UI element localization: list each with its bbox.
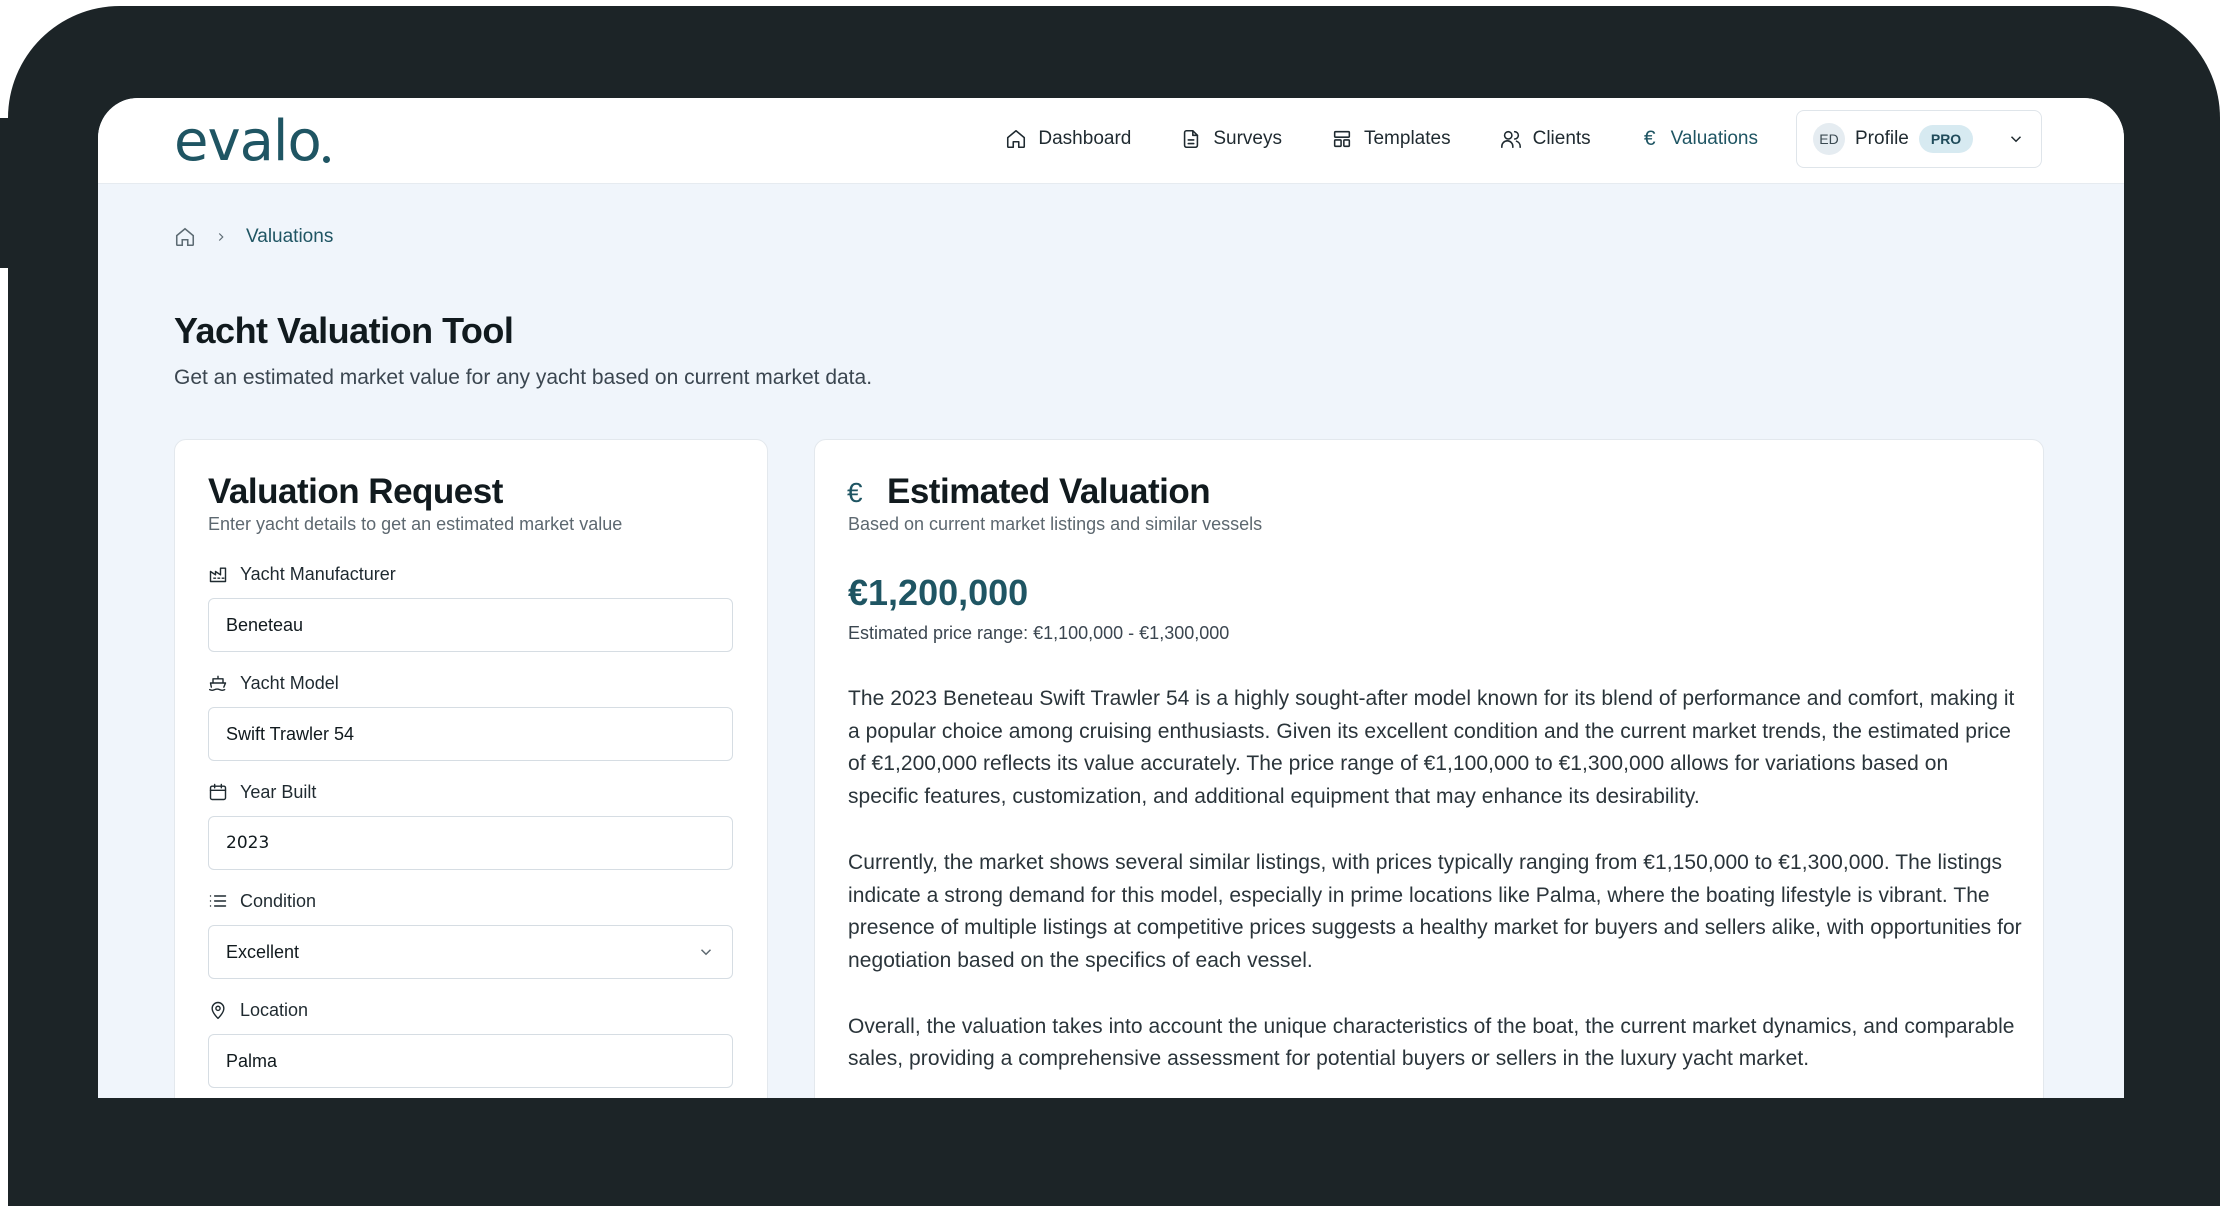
model-input[interactable]: Swift Trawler 54 [208, 707, 733, 761]
manufacturer-field: Yacht Manufacturer Beneteau [208, 562, 733, 652]
condition-label-row: Condition [208, 889, 733, 913]
nav-valuations[interactable]: € Valuations [1640, 127, 1758, 151]
year-label: Year Built [240, 781, 317, 802]
chevron-down-icon [700, 949, 712, 956]
device-side-edge [0, 118, 8, 268]
request-title: Valuation Request [208, 472, 503, 511]
document-icon [1184, 129, 1199, 149]
factory-icon [209, 567, 227, 583]
profile-label: Profile [1855, 128, 1909, 149]
logo-text: evalo [174, 109, 322, 174]
request-description: Enter yacht details to get an estimated … [208, 514, 623, 534]
home-icon[interactable] [174, 226, 196, 248]
breadcrumb-valuations[interactable]: Valuations [246, 226, 333, 248]
top-header: evalo Dashboard Surveys Templates Client… [98, 98, 2124, 184]
main-nav: Dashboard Surveys Templates Clients € Va… [956, 110, 2042, 168]
calendar-icon [209, 783, 227, 801]
nav-surveys[interactable]: Surveys [1180, 128, 1282, 150]
device-button [178, 6, 268, 12]
year-label-row: Year Built [208, 780, 733, 804]
nav-templates[interactable]: Templates [1331, 128, 1451, 150]
nav-label: Valuations [1670, 128, 1758, 149]
avatar: ED [1813, 123, 1845, 155]
chevron-down-icon [2010, 136, 2022, 143]
summary-paragraph: Overall, the valuation takes into accoun… [848, 1014, 2015, 1071]
layout-icon [1333, 130, 1351, 148]
chevron-right-icon [218, 233, 224, 241]
year-input[interactable]: 2023 [208, 816, 733, 870]
summary-paragraph: The 2023 Beneteau Swift Trawler 54 is a … [848, 687, 2015, 809]
estimated-valuation-card: € Estimated Valuation Based on current m… [814, 439, 2044, 1098]
ship-icon [208, 675, 227, 691]
price-range: Estimated price range: €1,100,000 - €1,3… [848, 623, 1230, 643]
pro-badge: PRO [1918, 125, 1974, 153]
euro-icon: € [847, 477, 863, 508]
valuation-summary: The 2023 Beneteau Swift Trawler 54 is a … [848, 683, 2023, 1098]
manufacturer-label-row: Yacht Manufacturer [208, 562, 733, 586]
nav-label: Clients [1532, 128, 1591, 149]
location-field: Location Palma [208, 998, 733, 1088]
euro-icon: € [1643, 127, 1656, 150]
page-title: Yacht Valuation Tool [174, 310, 514, 351]
result-title: Estimated Valuation [887, 472, 1211, 511]
manufacturer-label: Yacht Manufacturer [240, 563, 396, 584]
result-description: Based on current market listings and sim… [848, 514, 1263, 534]
evalo-logo[interactable]: evalo [174, 112, 330, 170]
summary-paragraph: Currently, the market shows several simi… [848, 850, 2022, 972]
location-label: Location [240, 999, 309, 1020]
manufacturer-input[interactable]: Beneteau [208, 598, 733, 652]
profile-menu[interactable]: ED Profile PRO [1796, 110, 2042, 168]
page-subtitle: Get an estimated market value for any ya… [174, 366, 873, 389]
estimated-price: €1,200,000 [848, 572, 1029, 613]
list-icon [209, 895, 227, 907]
nav-label: Dashboard [1038, 128, 1132, 149]
nav-clients[interactable]: Clients [1500, 128, 1591, 150]
model-field: Yacht Model Swift Trawler 54 [208, 671, 733, 761]
model-label-row: Yacht Model [208, 671, 733, 695]
model-label: Yacht Model [240, 672, 339, 693]
condition-value: Excellent [226, 941, 300, 962]
condition-field: Condition Excellent [208, 889, 733, 979]
year-field: Year Built 2023 [208, 780, 733, 870]
condition-select[interactable]: Excellent [208, 925, 733, 979]
location-input[interactable]: Palma [208, 1034, 733, 1088]
device-button [286, 6, 376, 12]
map-pin-icon [211, 1001, 225, 1020]
nav-label: Surveys [1213, 128, 1282, 149]
condition-label: Condition [240, 890, 317, 911]
nav-label: Templates [1363, 128, 1451, 149]
valuation-request-card: Valuation Request Enter yacht details to… [174, 439, 768, 1098]
users-icon [1500, 130, 1521, 149]
app-screen: evalo Dashboard Surveys Templates Client… [98, 98, 2124, 1098]
location-label-row: Location [208, 998, 733, 1022]
breadcrumb: Valuations [174, 226, 333, 248]
home-icon [1007, 129, 1026, 149]
logo-dot [322, 156, 330, 163]
nav-dashboard[interactable]: Dashboard [1005, 128, 1131, 150]
